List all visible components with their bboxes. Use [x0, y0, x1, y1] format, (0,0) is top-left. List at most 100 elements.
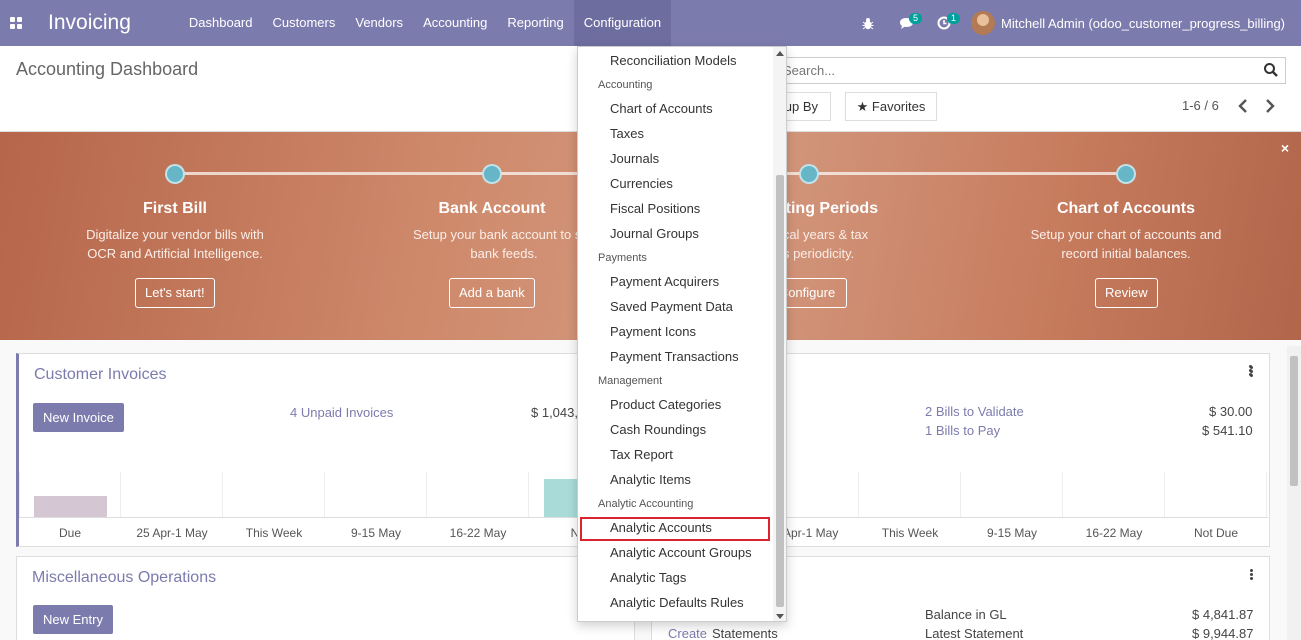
- menu-vendors[interactable]: Vendors: [345, 0, 413, 46]
- menu-item-analytic-defaults-rules[interactable]: Analytic Defaults Rules: [610, 593, 744, 613]
- menu-accounting[interactable]: Accounting: [413, 0, 497, 46]
- customer-invoices-card: Customer Invoices New Invoice 4 Unpaid I…: [16, 353, 635, 547]
- menu-reporting[interactable]: Reporting: [497, 0, 573, 46]
- customer-invoices-title[interactable]: Customer Invoices: [34, 366, 167, 384]
- star-icon: ★: [856, 99, 869, 114]
- step-dot-first-bill: [165, 164, 185, 184]
- menu-section-analytic-accounting: Analytic Accounting: [598, 498, 694, 510]
- unpaid-invoices-link[interactable]: 4 Unpaid Invoices: [290, 405, 393, 420]
- dropdown-scroll-thumb[interactable]: [776, 175, 784, 607]
- chart-label-not-due: Not Due: [1193, 526, 1239, 540]
- menu-configuration[interactable]: Configuration: [573, 0, 672, 46]
- menu-item-currencies[interactable]: Currencies: [610, 174, 673, 194]
- review-button[interactable]: Review: [1095, 278, 1158, 308]
- favorites-label: Favorites: [871, 99, 926, 114]
- bills-to-validate-amount: $ 30.00: [1209, 404, 1253, 419]
- create-statements-link[interactable]: Create: [668, 626, 707, 640]
- menu-item-saved-payment-data[interactable]: Saved Payment Data: [610, 297, 733, 317]
- debug-bug-icon[interactable]: [849, 0, 887, 46]
- menu-item-analytic-accounts[interactable]: Analytic Accounts: [610, 518, 712, 538]
- balance-in-gl-label: Balance in GL: [925, 607, 1007, 622]
- top-navbar: Invoicing Dashboard Customers Vendors Ac…: [0, 0, 1301, 46]
- menu-item-fiscal-positions[interactable]: Fiscal Positions: [610, 199, 700, 219]
- customer-card-kebab-icon[interactable]: [1249, 365, 1253, 377]
- menu-item-analytic-tags[interactable]: Analytic Tags: [610, 568, 686, 588]
- configuration-dropdown-menu: Reconciliation Models Accounting Chart o…: [577, 46, 787, 622]
- new-entry-button[interactable]: New Entry: [33, 605, 113, 634]
- step-dot-bank-account: [482, 164, 502, 184]
- bank-card-kebab-icon[interactable]: [1250, 569, 1254, 581]
- misc-operations-card: Miscellaneous Operations New Entry: [16, 556, 635, 640]
- latest-statement-label: Latest Statement: [925, 626, 1024, 640]
- step-dot-accounting-periods: [799, 164, 819, 184]
- menu-item-reconciliation-models[interactable]: Reconciliation Models: [610, 51, 736, 71]
- chart-bar-due[interactable]: [34, 496, 107, 517]
- menu-item-payment-icons[interactable]: Payment Icons: [610, 322, 696, 342]
- chart-label-due: Due: [58, 526, 81, 540]
- statements-label: Statements: [712, 626, 778, 640]
- menu-item-payment-acquirers[interactable]: Payment Acquirers: [610, 272, 719, 292]
- favorites-button[interactable]: ★ Favorites: [845, 92, 937, 121]
- user-name: Mitchell Admin (odoo_customer_progress_b…: [1001, 15, 1285, 31]
- scroll-down-arrow-icon[interactable]: [776, 614, 784, 619]
- chart-label-16-22may: 16-22 May: [1085, 526, 1143, 540]
- menu-item-taxes[interactable]: Taxes: [610, 124, 644, 144]
- menu-section-management: Management: [598, 375, 663, 387]
- close-banner-icon[interactable]: ×: [1281, 140, 1289, 156]
- chart-label-16-22may: 16-22 May: [449, 526, 507, 540]
- search-input[interactable]: [783, 58, 1263, 83]
- search-box: [762, 57, 1286, 84]
- user-avatar: [971, 11, 996, 35]
- step-description: Digitalize your vendor bills with OCR and…: [86, 227, 264, 261]
- activities-clock-icon[interactable]: 1: [925, 0, 963, 46]
- chart-bar-not-due[interactable]: [544, 479, 579, 517]
- unpaid-invoices-amount: $ 1,043,: [531, 405, 578, 420]
- pager-value[interactable]: 1-6 / 6: [1182, 98, 1219, 113]
- bills-to-validate-link[interactable]: 2 Bills to Validate: [925, 404, 1024, 419]
- page-scrollbar[interactable]: [1287, 346, 1301, 640]
- scroll-up-arrow-icon[interactable]: [776, 51, 784, 56]
- step-title: Chart of Accounts: [1056, 200, 1196, 217]
- menu-item-cash-roundings[interactable]: Cash Roundings: [610, 420, 706, 440]
- search-icon[interactable]: [1263, 62, 1279, 78]
- messages-icon[interactable]: 5: [887, 0, 925, 46]
- pager-previous-icon[interactable]: [1236, 98, 1250, 114]
- dropdown-scrollbar[interactable]: [773, 47, 786, 621]
- balance-in-gl-amount: $ 4,841.87: [1192, 607, 1254, 622]
- menu-item-chart-of-accounts[interactable]: Chart of Accounts: [610, 99, 713, 119]
- menu-item-analytic-account-groups[interactable]: Analytic Account Groups: [610, 543, 752, 563]
- chart-label-25apr-1may: 25 Apr-1 May: [136, 526, 208, 540]
- chart-label-this-week: This Week: [881, 526, 939, 540]
- page-title: Accounting Dashboard: [16, 59, 199, 79]
- chart-label-9-15may: 9-15 May: [986, 526, 1038, 540]
- menu-item-tax-report[interactable]: Tax Report: [610, 445, 673, 465]
- pager-next-icon[interactable]: [1263, 98, 1277, 114]
- misc-operations-title[interactable]: Miscellaneous Operations: [32, 569, 216, 587]
- menu-item-journal-groups[interactable]: Journal Groups: [610, 224, 699, 244]
- chart-label-9-15may: 9-15 May: [350, 526, 402, 540]
- add-a-bank-button[interactable]: Add a bank: [449, 278, 535, 308]
- menu-item-journals[interactable]: Journals: [610, 149, 659, 169]
- main-menu: Dashboard Customers Vendors Accounting R…: [179, 0, 672, 46]
- messages-count-badge: 5: [909, 13, 923, 24]
- menu-dashboard[interactable]: Dashboard: [179, 0, 263, 46]
- latest-statement-amount: $ 9,944.87: [1192, 626, 1254, 640]
- user-menu[interactable]: Mitchell Admin (odoo_customer_progress_b…: [963, 0, 1301, 46]
- step-title: First Bill: [142, 200, 207, 217]
- lets-start-button[interactable]: Let's start!: [135, 278, 215, 308]
- chart-label-this-week: This Week: [245, 526, 303, 540]
- step-dot-chart-of-accounts: [1116, 164, 1136, 184]
- chart-label-apr-1may: Apr-1 May: [783, 526, 839, 540]
- systray: 5 1 Mitchell Admin (odoo_customer_progre…: [849, 0, 1301, 46]
- bills-to-pay-amount: $ 541.10: [1202, 423, 1253, 438]
- activities-count-badge: 1: [947, 13, 961, 24]
- app-title[interactable]: Invoicing: [48, 11, 131, 35]
- apps-menu-icon[interactable]: [0, 0, 32, 46]
- menu-item-product-categories[interactable]: Product Categories: [610, 395, 721, 415]
- new-invoice-button[interactable]: New Invoice: [33, 403, 124, 432]
- step-description: Setup your chart of accounts and record i…: [1030, 227, 1222, 261]
- menu-item-analytic-items[interactable]: Analytic Items: [610, 470, 691, 490]
- menu-customers[interactable]: Customers: [263, 0, 346, 46]
- bills-to-pay-link[interactable]: 1 Bills to Pay: [925, 423, 1000, 438]
- menu-item-payment-transactions[interactable]: Payment Transactions: [610, 347, 739, 367]
